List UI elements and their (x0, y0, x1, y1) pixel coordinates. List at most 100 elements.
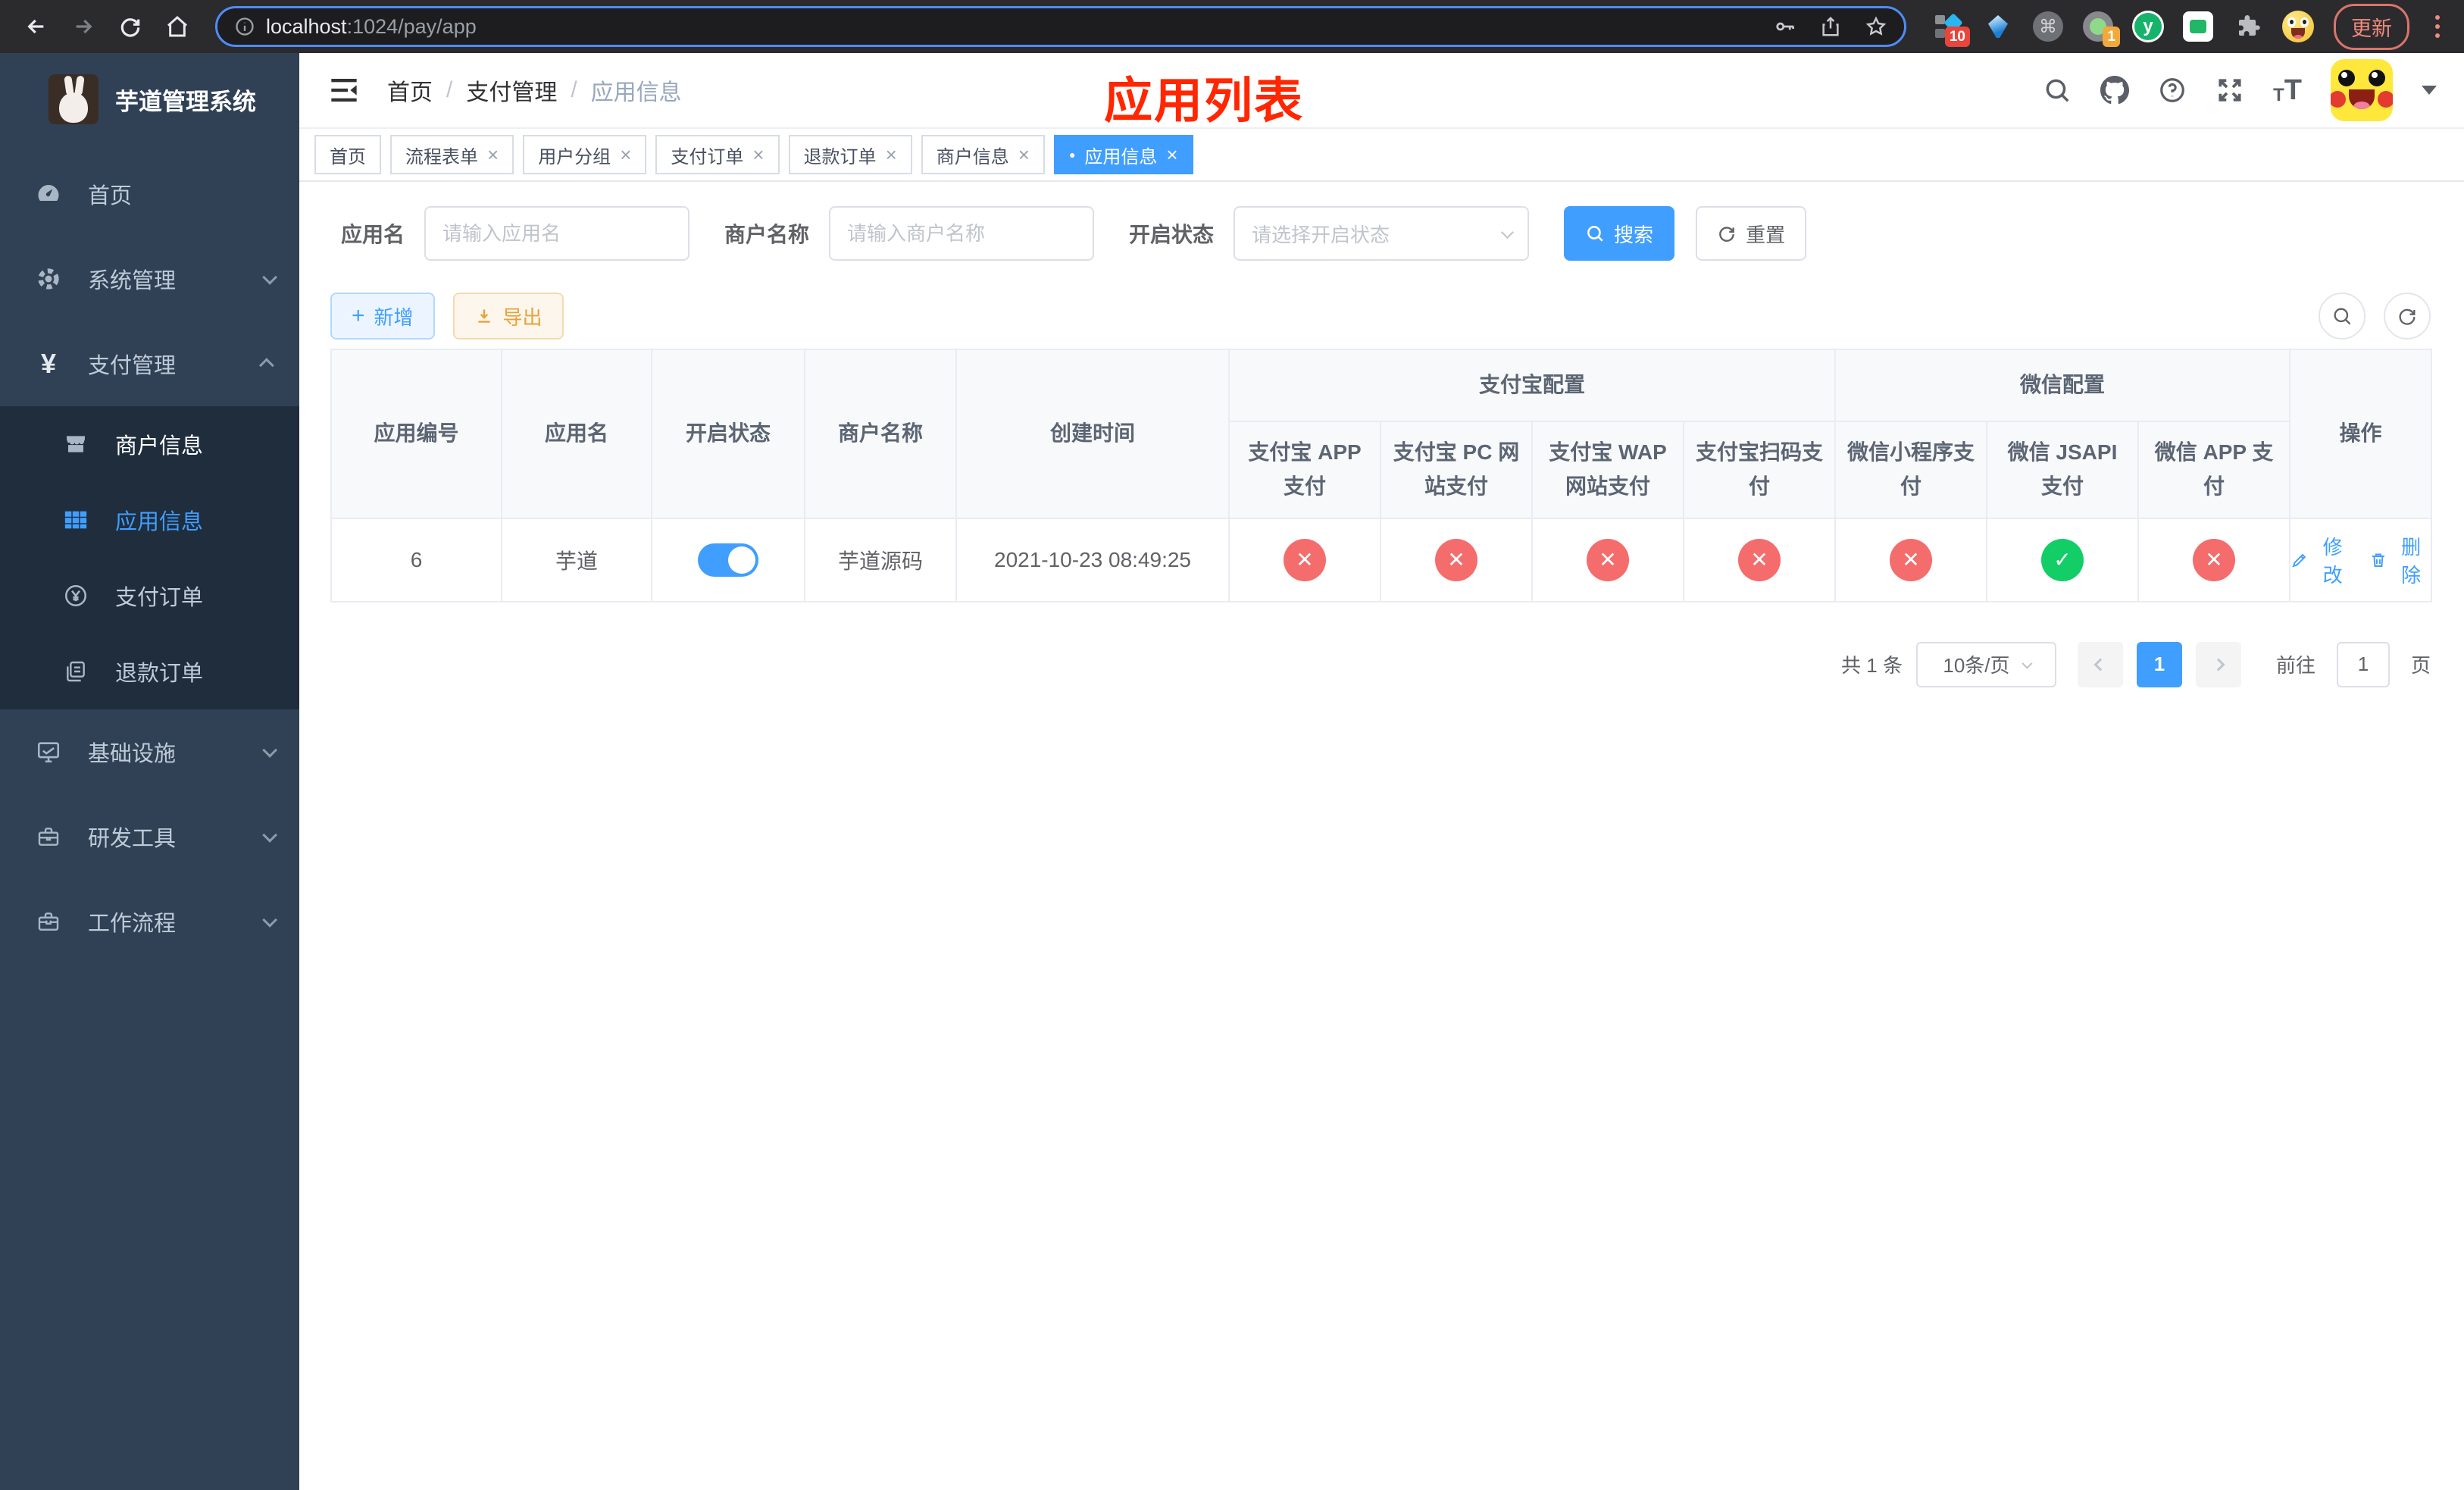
next-page-button[interactable] (2195, 641, 2241, 687)
github-icon[interactable] (2100, 76, 2130, 105)
breadcrumb-home[interactable]: 首页 (387, 74, 433, 107)
app-name-input[interactable] (424, 206, 690, 261)
share-icon[interactable] (1819, 15, 1842, 38)
add-button[interactable]: + 新增 (330, 293, 435, 340)
clover-icon: ⌘ (2033, 11, 2063, 42)
goto-page-input[interactable] (2336, 641, 2390, 687)
active-dot-icon: ● (1068, 149, 1076, 161)
browser-refresh-button[interactable] (111, 7, 150, 46)
table-row: 6 芋道 芋道源码 2021-10-23 08:49:25 ✕ ✕ ✕ ✕ ✕ … (330, 517, 2433, 603)
sidebar-item-system[interactable]: 系统管理 (0, 236, 299, 321)
password-key-icon[interactable] (1774, 15, 1796, 38)
prev-page-button[interactable] (2077, 641, 2123, 687)
page-number-1[interactable]: 1 (2136, 641, 2182, 687)
sidebar-item-infrastructure[interactable]: 基础设施 (0, 709, 299, 794)
chrome-update-button[interactable]: 更新 (2334, 3, 2409, 50)
search-icon[interactable] (2043, 76, 2072, 105)
col-header-merchant: 商户名称 (804, 349, 957, 519)
toolbox-icon (30, 825, 67, 849)
tab-home[interactable]: 首页 (314, 135, 381, 174)
extension-icon-yuque[interactable]: y (2132, 11, 2164, 42)
merchant-name-input[interactable] (829, 206, 1095, 261)
status-select[interactable]: 请选择开启状态 (1234, 206, 1530, 261)
browser-menu-button[interactable] (2428, 12, 2447, 41)
sidebar-item-app-info[interactable]: 应用信息 (0, 482, 299, 558)
close-icon[interactable]: × (752, 145, 764, 164)
sidebar-item-dev-tools[interactable]: 研发工具 (0, 794, 299, 879)
search-button[interactable]: 搜索 (1564, 206, 1675, 261)
site-info-icon[interactable] (234, 16, 255, 37)
close-icon[interactable]: × (620, 145, 631, 164)
sidebar-logo-row[interactable]: 芋道管理系统 (0, 53, 299, 142)
sidebar-collapse-button[interactable] (327, 75, 361, 105)
sidebar-item-workflow[interactable]: 工作流程 (0, 879, 299, 964)
extension-icon-recorder[interactable]: 1 (2082, 11, 2120, 47)
reset-button[interactable]: 重置 (1696, 206, 1807, 261)
extension-icon-blocks[interactable]: 10 (1932, 11, 1970, 47)
sidebar-item-payment[interactable]: ¥ 支付管理 (0, 321, 299, 406)
extension-icon-balloon[interactable] (1982, 11, 2014, 42)
goto-label: 前往 (2275, 654, 2315, 678)
toggle-search-button[interactable] (2319, 293, 2366, 340)
close-icon[interactable]: × (1166, 145, 1177, 164)
extensions-row: 10 ⌘ 1 y (1932, 11, 2314, 47)
chevron-down-icon (262, 912, 278, 928)
sidebar-item-pay-orders[interactable]: 支付订单 (0, 558, 299, 634)
tab-process-form[interactable]: 流程表单 × (390, 135, 514, 174)
cell-created: 2021-10-23 08:49:25 (955, 517, 1230, 603)
pagination: 共 1 条 10条/页 1 前往 页 (330, 641, 2431, 687)
page-size-select[interactable]: 10条/页 (1915, 641, 2056, 687)
tab-app-info[interactable]: ● 应用信息 × (1053, 135, 1193, 174)
browser-back-button[interactable] (17, 7, 56, 46)
chevron-down-icon (262, 827, 278, 843)
app-table: 应用编号 应用名 开启状态 商户名称 创建时间 支付宝配置 微信配置 操作 支付… (330, 349, 2433, 603)
breadcrumb: 首页 / 支付管理 / 应用信息 (387, 74, 682, 107)
font-size-icon[interactable]: TT (2273, 76, 2302, 105)
status-cross-icon: ✕ (2193, 538, 2236, 581)
search-icon (1587, 226, 1603, 242)
app-name-label: 应用名 (341, 223, 405, 246)
col-header-actions: 操作 (2289, 349, 2433, 519)
tab-refund-orders[interactable]: 退款订单 × (788, 135, 912, 174)
breadcrumb-payment[interactable]: 支付管理 (466, 74, 557, 107)
browser-home-button[interactable] (158, 7, 197, 46)
edit-button[interactable]: 修改 (2290, 532, 2353, 588)
browser-forward-button[interactable] (64, 7, 103, 46)
plus-icon: + (352, 303, 365, 328)
page-unit-label: 页 (2410, 654, 2431, 678)
fullscreen-icon[interactable] (2215, 76, 2244, 105)
tab-merchant-info[interactable]: 商户信息 × (921, 135, 1045, 174)
help-icon[interactable] (2158, 76, 2187, 105)
sidebar-item-home[interactable]: 首页 (0, 152, 299, 236)
cell-status (651, 517, 805, 603)
extension-shape (1935, 15, 1945, 24)
chevron-down-icon (1500, 226, 1514, 239)
gear-icon (30, 265, 67, 293)
page-annotation: 应用列表 (1104, 74, 1304, 128)
user-avatar[interactable] (2331, 59, 2393, 121)
delete-button[interactable]: 删除 (2369, 532, 2431, 588)
bookmark-star-icon[interactable] (1865, 15, 1887, 38)
navbar-actions: TT (2043, 59, 2437, 121)
merchant-name-label: 商户名称 (724, 223, 810, 246)
enabled-switch[interactable] (698, 543, 758, 577)
close-icon[interactable]: × (1018, 145, 1030, 164)
tab-pay-orders[interactable]: 支付订单 × (655, 135, 780, 174)
refresh-table-button[interactable] (2384, 293, 2431, 340)
sidebar-item-merchant-info[interactable]: 商户信息 (0, 406, 299, 482)
status-cross-icon: ✕ (1587, 538, 1629, 581)
avatar-dropdown-caret[interactable] (2422, 86, 2437, 102)
app-logo (48, 74, 98, 124)
download-icon (477, 309, 490, 323)
close-icon[interactable]: × (487, 145, 499, 164)
address-bar[interactable]: localhost:1024/pay/app (215, 6, 1906, 47)
close-icon[interactable]: × (886, 145, 897, 164)
extension-icon-chat[interactable] (2182, 11, 2214, 42)
url-text[interactable]: localhost:1024/pay/app (266, 15, 1763, 39)
tab-user-group[interactable]: 用户分组 × (523, 135, 647, 174)
extensions-puzzle-button[interactable] (2232, 11, 2264, 42)
export-button[interactable]: 导出 (452, 293, 564, 340)
extension-icon-emoji[interactable] (2282, 11, 2314, 42)
extension-icon-clover[interactable]: ⌘ (2032, 11, 2064, 42)
sidebar-item-refund-orders[interactable]: 退款订单 (0, 634, 299, 709)
